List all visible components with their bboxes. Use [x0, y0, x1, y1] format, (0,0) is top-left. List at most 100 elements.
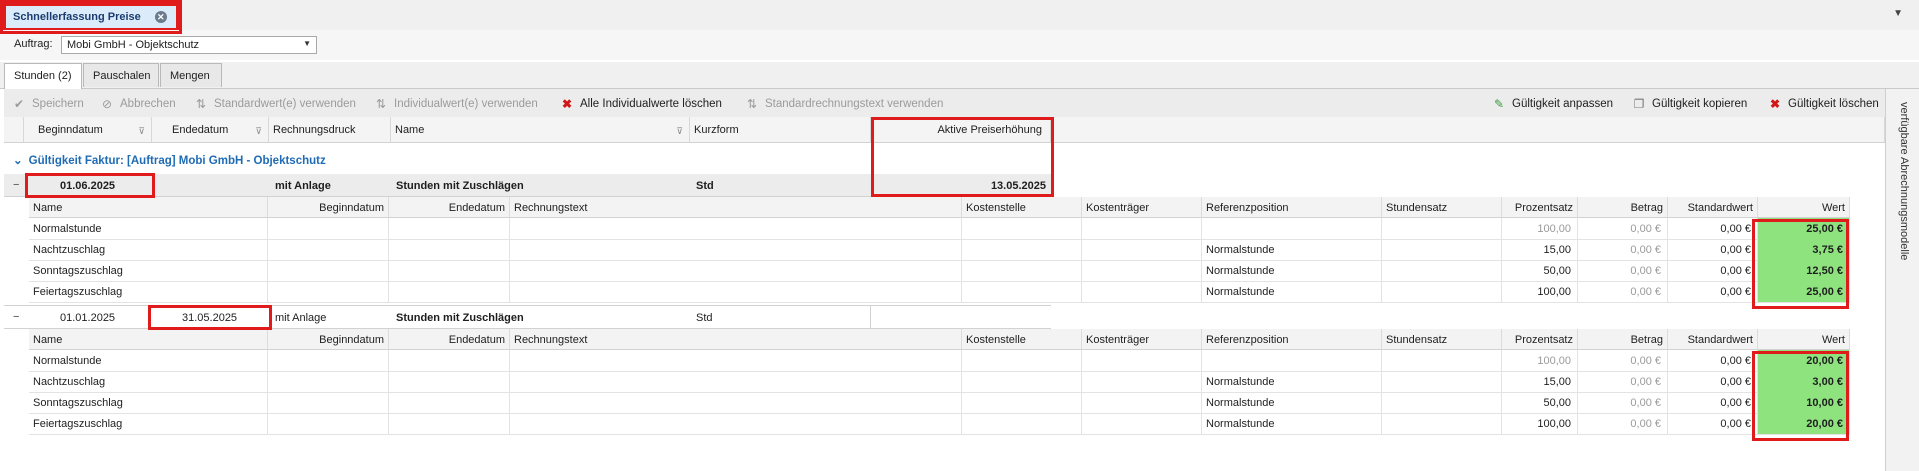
tab-stunden[interactable]: Stunden (2) [4, 63, 82, 89]
cancel-button-label: Abbrechen [120, 98, 176, 110]
column-header-aktive-preiserhoehung[interactable]: Aktive Preiserhöhung [871, 117, 1051, 143]
detail-cell-name: Feiertagszuschlag [29, 281, 268, 302]
chevron-down-icon[interactable]: ⌄ [13, 155, 23, 167]
column-header-beginndatum[interactable]: Beginndatum ⊽ [24, 117, 152, 143]
detail-column-header-prozentsatz[interactable]: Prozentsatz [1502, 197, 1578, 218]
use-individual-values-button[interactable]: ⇅ Individualwert(e) verwenden [374, 96, 538, 112]
detail-cell-rechnungstext[interactable] [510, 260, 962, 281]
detail-column-header-rechnungstext[interactable]: Rechnungstext [510, 329, 962, 350]
detail-cell-rechnungstext[interactable] [510, 281, 962, 302]
detail-cell-kostentraeger [1082, 218, 1202, 239]
check-icon: ✔ [13, 97, 25, 111]
adjust-validity-button[interactable]: ✎ Gültigkeit anpassen [1492, 96, 1613, 112]
detail-cell-endedatum [389, 413, 510, 434]
use-standard-values-button[interactable]: ⇅ Standardwert(e) verwenden [194, 96, 356, 112]
detail-column-header-standardwert[interactable]: Standardwert [1668, 197, 1758, 218]
detail-column-header-stundensatz[interactable]: Stundensatz [1382, 197, 1502, 218]
filter-icon[interactable]: ⊽ [138, 126, 145, 137]
detail-cell-betrag[interactable]: 0,00 € [1578, 239, 1668, 260]
detail-cell-betrag[interactable]: 0,00 € [1578, 371, 1668, 392]
detail-column-header-endedatum[interactable]: Endedatum [389, 197, 510, 218]
detail-column-header-kostentraeger[interactable]: Kostenträger [1082, 329, 1202, 350]
detail-column-header-prozentsatz[interactable]: Prozentsatz [1502, 329, 1578, 350]
detail-column-header-wert[interactable]: Wert [1758, 197, 1850, 218]
detail-column-header-referenzposition[interactable]: Referenzposition [1202, 329, 1382, 350]
detail-cell-kostentraeger [1082, 239, 1202, 260]
detail-column-header-kostenstelle[interactable]: Kostenstelle [962, 197, 1082, 218]
detail-column-header-referenzposition[interactable]: Referenzposition [1202, 197, 1382, 218]
detail-cell-kostenstelle [962, 350, 1082, 371]
detail-cell-rechnungstext[interactable] [510, 350, 962, 371]
save-button[interactable]: ✔ Speichern [12, 96, 84, 112]
detail-cell-name: Sonntagszuschlag [29, 392, 268, 413]
detail-column-header-name[interactable]: Name [29, 329, 268, 350]
detail-cell-rechnungstext[interactable] [510, 392, 962, 413]
swap-icon: ⇅ [195, 97, 207, 111]
detail-cell-standardwert: 0,00 € [1668, 350, 1758, 371]
close-icon[interactable]: ✕ [154, 11, 167, 23]
detail-cell-rechnungstext[interactable] [510, 218, 962, 239]
delete-validity-button[interactable]: ✖ Gültigkeit löschen [1768, 96, 1879, 112]
detail-column-header-stundensatz[interactable]: Stundensatz [1382, 329, 1502, 350]
detail-column-header-name[interactable]: Name [29, 197, 268, 218]
copy-validity-button[interactable]: ❐ Gültigkeit kopieren [1632, 96, 1748, 112]
detail-column-header-kostenstelle[interactable]: Kostenstelle [962, 329, 1082, 350]
detail-cell-wert[interactable]: 20,00 € [1758, 350, 1850, 371]
detail-cell-betrag[interactable]: 0,00 € [1578, 392, 1668, 413]
detail-column-header-beginndatum[interactable]: Beginndatum [268, 329, 389, 350]
detail-column-header-betrag[interactable]: Betrag [1578, 197, 1668, 218]
detail-cell-betrag[interactable]: 0,00 € [1578, 218, 1668, 239]
detail-cell-beginndatum [268, 413, 389, 434]
detail-cell-wert[interactable]: 20,00 € [1758, 413, 1850, 434]
detail-cell-wert[interactable]: 3,00 € [1758, 371, 1850, 392]
detail-column-header-beginndatum[interactable]: Beginndatum [268, 197, 389, 218]
tab-pauschalen[interactable]: Pauschalen [83, 63, 159, 87]
cancel-button[interactable]: ⊘ Abbrechen [100, 96, 176, 112]
column-header-kurzform[interactable]: Kurzform [690, 117, 871, 143]
detail-cell-rechnungstext[interactable] [510, 239, 962, 260]
sidebar-label[interactable]: verfügbare Abrechnungsmodelle [1898, 102, 1910, 260]
detail-column-header-wert[interactable]: Wert [1758, 329, 1850, 350]
detail-cell-kostentraeger [1082, 413, 1202, 434]
detail-cell-wert[interactable]: 12,50 € [1758, 260, 1850, 281]
detail-cell-rechnungstext[interactable] [510, 371, 962, 392]
detail-cell-wert[interactable]: 10,00 € [1758, 392, 1850, 413]
detail-cell-wert[interactable]: 3,75 € [1758, 239, 1850, 260]
document-tab-schnellerfassung[interactable]: Schnellerfassung Preise ✕ [3, 3, 179, 31]
collapse-icon[interactable]: − [13, 307, 19, 327]
group-row-label[interactable]: ⌄ Gültigkeit Faktur: [Auftrag] Mobi GmbH … [13, 153, 326, 167]
detail-cell-kostentraeger [1082, 281, 1202, 302]
filter-icon[interactable]: ⊽ [255, 126, 262, 137]
auftrag-select[interactable]: Mobi GmbH - Objektschutz ▼ [61, 36, 317, 54]
detail-cell-betrag[interactable]: 0,00 € [1578, 350, 1668, 371]
master-rechnungsdruck: mit Anlage [275, 312, 327, 324]
detail-cell-endedatum [389, 392, 510, 413]
detail-cell-stundensatz [1382, 239, 1502, 260]
document-tab-label: Schnellerfassung Preise [13, 11, 141, 23]
detail-cell-referenzposition: Normalstunde [1202, 281, 1382, 302]
delete-all-individual-values-button[interactable]: ✖ Alle Individualwerte löschen [560, 96, 722, 112]
master-row[interactable] [4, 305, 1051, 329]
detail-column-header-betrag[interactable]: Betrag [1578, 329, 1668, 350]
use-individual-values-label: Individualwert(e) verwenden [394, 98, 538, 110]
detail-column-header-kostentraeger[interactable]: Kostenträger [1082, 197, 1202, 218]
detail-cell-rechnungstext[interactable] [510, 413, 962, 434]
detail-cell-wert[interactable]: 25,00 € [1758, 218, 1850, 239]
column-header-rechnungsdruck[interactable]: Rechnungsdruck [269, 117, 391, 143]
column-divider [870, 306, 871, 328]
detail-column-header-rechnungstext[interactable]: Rechnungstext [510, 197, 962, 218]
detail-column-header-endedatum[interactable]: Endedatum [389, 329, 510, 350]
chevron-down-icon[interactable]: ▼ [1893, 8, 1903, 19]
use-standard-invoice-text-button[interactable]: ⇅ Standardrechnungstext verwenden [745, 96, 943, 112]
detail-column-header-standardwert[interactable]: Standardwert [1668, 329, 1758, 350]
collapse-icon[interactable]: − [13, 175, 19, 195]
tab-mengen[interactable]: Mengen [160, 63, 222, 87]
detail-cell-wert[interactable]: 25,00 € [1758, 281, 1850, 302]
filter-icon[interactable]: ⊽ [676, 126, 683, 137]
column-header-endedatum[interactable]: Endedatum ⊽ [152, 117, 269, 143]
detail-cell-betrag[interactable]: 0,00 € [1578, 260, 1668, 281]
detail-cell-betrag[interactable]: 0,00 € [1578, 281, 1668, 302]
detail-cell-betrag[interactable]: 0,00 € [1578, 413, 1668, 434]
detail-cell-beginndatum [268, 350, 389, 371]
column-header-name[interactable]: Name ⊽ [391, 117, 690, 143]
